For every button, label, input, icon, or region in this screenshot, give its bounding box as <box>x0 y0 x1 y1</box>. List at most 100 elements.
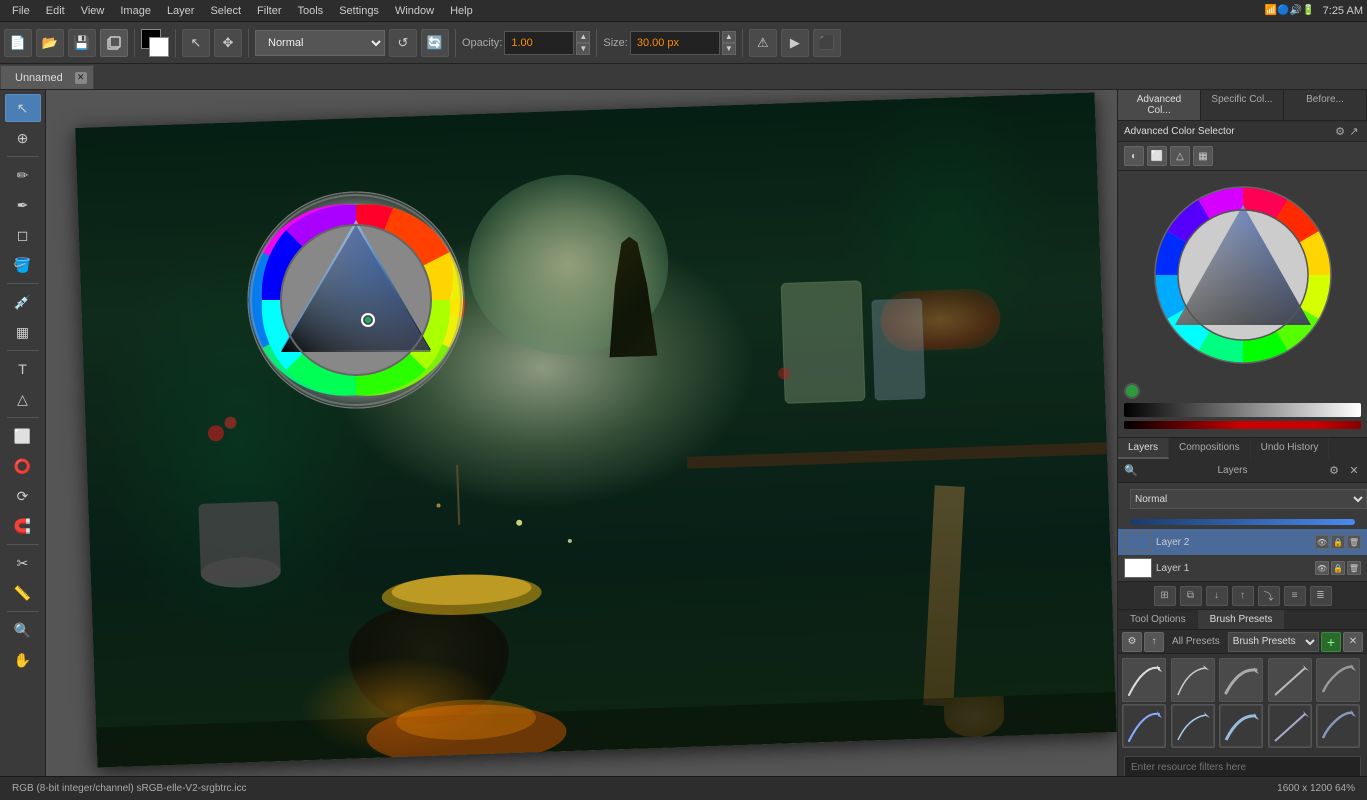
tool-zoom[interactable]: 🔍 <box>5 616 41 644</box>
new-file-button[interactable]: 📄 <box>4 29 32 57</box>
brush-preset-5[interactable] <box>1316 658 1360 702</box>
bp-collapse-icon[interactable]: ↑ <box>1144 632 1164 652</box>
brush-preset-1[interactable] <box>1122 658 1166 702</box>
tool-fill[interactable]: 🪣 <box>5 251 41 279</box>
layer-up-button[interactable]: ↑ <box>1232 586 1254 606</box>
tool-pen[interactable]: ✒ <box>5 191 41 219</box>
menu-window[interactable]: Window <box>387 3 442 19</box>
tab-advanced-color[interactable]: Advanced Col... <box>1118 90 1201 120</box>
menu-edit[interactable]: Edit <box>38 3 73 19</box>
menu-select[interactable]: Select <box>202 3 249 19</box>
tool-magnetic-lasso[interactable]: 🧲 <box>5 512 41 540</box>
cs-triangle-icon[interactable]: △ <box>1170 146 1190 166</box>
opacity-input[interactable] <box>504 31 574 55</box>
menu-image[interactable]: Image <box>112 3 159 19</box>
layer-delete-button[interactable]: ≣ <box>1310 586 1332 606</box>
blend-mode-select[interactable]: Normal <box>255 30 385 56</box>
tool-brush[interactable]: ✏ <box>5 161 41 189</box>
tab-compositions[interactable]: Compositions <box>1169 438 1251 459</box>
menu-settings[interactable]: Settings <box>331 3 387 19</box>
menu-filter[interactable]: Filter <box>249 3 289 19</box>
duplicate-button[interactable] <box>100 29 128 57</box>
canvas-area[interactable] <box>46 90 1117 776</box>
layer-2-visible-icon[interactable]: 👁 <box>1315 535 1329 549</box>
play-button[interactable]: ▶ <box>781 29 809 57</box>
tool-ellipse-select[interactable]: ⭕ <box>5 452 41 480</box>
tool-lasso[interactable]: ⟳ <box>5 482 41 510</box>
brush-preset-4[interactable] <box>1268 658 1312 702</box>
move-tool-button[interactable]: ✥ <box>214 29 242 57</box>
bp-close-icon[interactable]: ✕ <box>1343 632 1363 652</box>
tab-brush-presets[interactable]: Brush Presets <box>1198 610 1285 629</box>
tab-tool-options[interactable]: Tool Options <box>1118 610 1198 629</box>
tool-move[interactable]: ↖ <box>5 94 41 122</box>
layers-add-icon[interactable]: ⚙ <box>1325 462 1343 480</box>
tool-rect-select[interactable]: ⬜ <box>5 422 41 450</box>
brush-preset-9[interactable] <box>1268 704 1312 748</box>
layer-merge-button[interactable]: ⤵ <box>1258 586 1280 606</box>
bp-settings-icon[interactable]: ⚙ <box>1122 632 1142 652</box>
tool-eraser[interactable]: ◻ <box>5 221 41 249</box>
tab-close-button[interactable]: ✕ <box>75 72 87 84</box>
layer-item-2[interactable]: Layer 2 👁 🔒 🗑 <box>1118 529 1367 555</box>
size-down-button[interactable]: ▼ <box>722 43 736 55</box>
open-file-button[interactable]: 📂 <box>36 29 64 57</box>
layer-flatten-button[interactable]: ≡ <box>1284 586 1306 606</box>
right-color-wheel[interactable] <box>1143 175 1343 375</box>
color-panel-expand[interactable]: ↗ <box>1347 124 1361 138</box>
color-panel-settings[interactable]: ⚙ <box>1333 124 1347 138</box>
layer-item-1[interactable]: Layer 1 👁 🔒 🗑 <box>1118 555 1367 581</box>
tab-specific-color[interactable]: Specific Col... <box>1201 90 1284 120</box>
tool-shape[interactable]: △ <box>5 385 41 413</box>
brush-preset-8[interactable] <box>1219 704 1263 748</box>
brush-preset-7[interactable] <box>1171 704 1215 748</box>
brush-preset-2[interactable] <box>1171 658 1215 702</box>
layer-1-lock-icon[interactable]: 🔒 <box>1331 561 1345 575</box>
tab-undo-history[interactable]: Undo History <box>1251 438 1330 459</box>
size-input[interactable] <box>630 31 720 55</box>
reset-button[interactable]: ↺ <box>389 29 417 57</box>
opacity-down-button[interactable]: ▼ <box>576 43 590 55</box>
layer-opacity-bar[interactable] <box>1130 519 1355 525</box>
menu-help[interactable]: Help <box>442 3 481 19</box>
foreground-color[interactable] <box>141 29 169 57</box>
tool-eyedropper[interactable]: 💉 <box>5 288 41 316</box>
tool-gradient[interactable]: ▦ <box>5 318 41 346</box>
tool-hand[interactable]: ✋ <box>5 646 41 674</box>
bp-filter-select[interactable]: Brush Presets <box>1228 632 1319 652</box>
tool-ruler[interactable]: 📏 <box>5 579 41 607</box>
menu-tools[interactable]: Tools <box>290 3 332 19</box>
save-button[interactable]: 💾 <box>68 29 96 57</box>
cs-square-icon[interactable]: ⬜ <box>1147 146 1167 166</box>
cursor-tool-button[interactable]: ↖ <box>182 29 210 57</box>
brush-search-input[interactable] <box>1124 756 1361 776</box>
menu-layer[interactable]: Layer <box>159 3 203 19</box>
layer-2-lock-icon[interactable]: 🔒 <box>1331 535 1345 549</box>
opacity-up-button[interactable]: ▲ <box>576 31 590 43</box>
tool-transform[interactable]: ⊕ <box>5 124 41 152</box>
menu-view[interactable]: View <box>73 3 113 19</box>
tab-before-color[interactable]: Before... <box>1284 90 1367 120</box>
layer-blend-mode-select[interactable]: Normal <box>1130 489 1367 509</box>
layer-1-del-icon[interactable]: 🗑 <box>1347 561 1361 575</box>
layer-copy-button[interactable]: ⧉ <box>1180 586 1202 606</box>
tool-text[interactable]: T <box>5 355 41 383</box>
tool-crop[interactable]: ✂ <box>5 549 41 577</box>
cs-wheel-icon[interactable]: ◐ <box>1124 146 1144 166</box>
layer-1-visible-icon[interactable]: 👁 <box>1315 561 1329 575</box>
layer-down-button[interactable]: ↓ <box>1206 586 1228 606</box>
brush-preset-10[interactable] <box>1316 704 1360 748</box>
size-up-button[interactable]: ▲ <box>722 31 736 43</box>
refresh-button[interactable]: 🔄 <box>421 29 449 57</box>
crop-button[interactable]: ⬛ <box>813 29 841 57</box>
brush-preset-6[interactable] <box>1122 704 1166 748</box>
cs-spectrum-icon[interactable]: ▦ <box>1193 146 1213 166</box>
layers-close-icon[interactable]: ✕ <box>1345 462 1363 480</box>
layers-search-icon[interactable]: 🔍 <box>1122 462 1140 480</box>
layer-2-del-icon[interactable]: 🗑 <box>1347 535 1361 549</box>
value-bar[interactable] <box>1124 403 1361 417</box>
document-tab[interactable]: Unnamed ✕ <box>0 65 94 89</box>
brush-preset-3[interactable] <box>1219 658 1263 702</box>
tab-layers[interactable]: Layers <box>1118 438 1169 459</box>
color-wheel-overlay[interactable] <box>246 190 466 410</box>
